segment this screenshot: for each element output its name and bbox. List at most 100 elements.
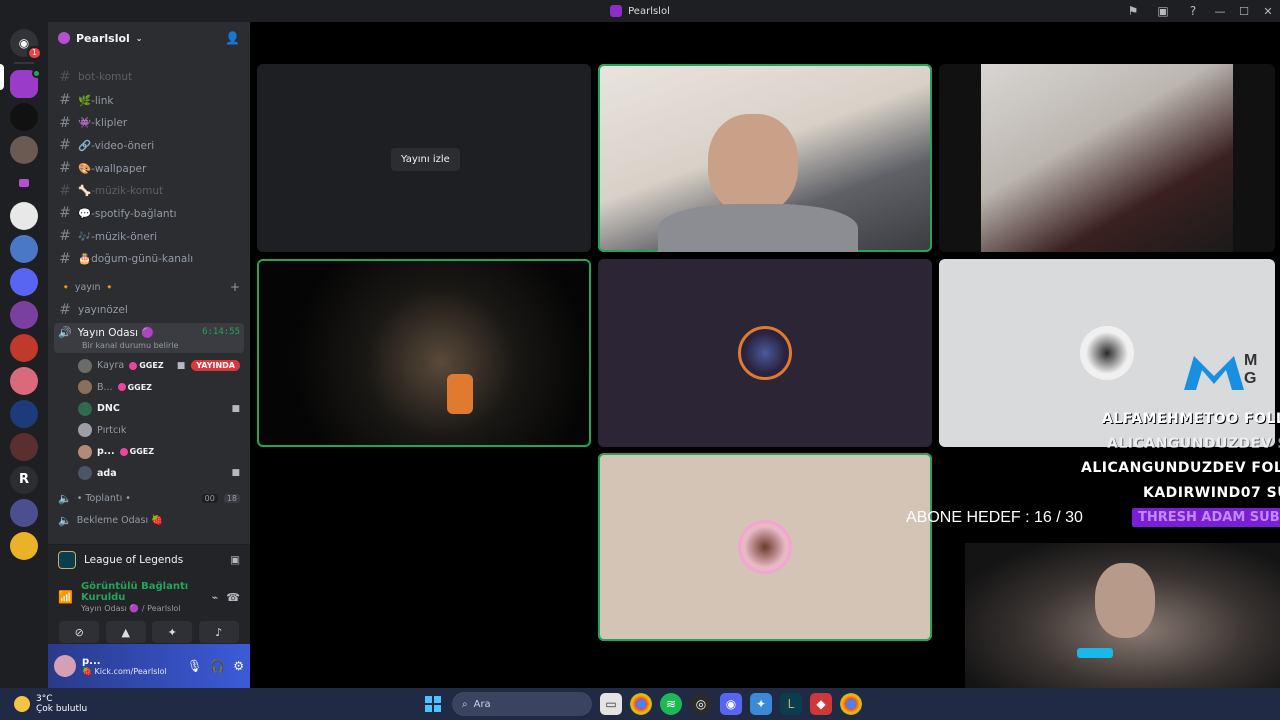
start-button[interactable] xyxy=(422,693,444,715)
video-tile-user-3[interactable] xyxy=(257,259,591,447)
chrome-icon[interactable] xyxy=(840,693,862,715)
tag-icon xyxy=(129,361,138,370)
selected-server-indicator xyxy=(0,64,4,90)
server-pearlslol[interactable] xyxy=(10,68,41,98)
riot-icon[interactable]: ◆ xyxy=(810,693,832,715)
taskbar-search[interactable]: ⌕ Ara xyxy=(452,692,592,716)
server-15[interactable] xyxy=(10,531,38,560)
streamer-webcam xyxy=(965,543,1280,688)
video-tile-user-6[interactable] xyxy=(598,453,932,641)
voice-user[interactable]: DNC ■ xyxy=(48,398,250,420)
server-discord[interactable] xyxy=(10,267,38,296)
server-5[interactable] xyxy=(10,201,38,230)
channel-item[interactable]: # 🔗-video-öneri xyxy=(48,134,250,157)
server-icon xyxy=(58,32,70,44)
person-figure xyxy=(708,114,798,214)
server-12[interactable] xyxy=(10,432,38,461)
screen-icon[interactable]: ▣ xyxy=(1148,0,1178,22)
microphone-light xyxy=(1077,648,1113,658)
channel-item[interactable]: # 💬-spotify-bağlantı xyxy=(48,202,250,225)
direct-messages-button[interactable]: ◉ 1 xyxy=(10,28,42,60)
close-button[interactable]: ✕ xyxy=(1256,0,1280,22)
server-6[interactable] xyxy=(10,234,38,263)
avatar[interactable] xyxy=(54,655,76,677)
video-tile-user-2[interactable] xyxy=(939,64,1275,252)
inbox-flag-icon[interactable]: ⚑ xyxy=(1118,0,1148,22)
voice-user[interactable]: p... GGEZ xyxy=(48,441,250,463)
voice-user[interactable]: Kayra GGEZ ■ YAYINDA xyxy=(48,355,250,377)
add-channel-icon[interactable]: + xyxy=(230,280,240,294)
screen-share-icon[interactable]: ▣ xyxy=(230,554,240,566)
settings-gear-icon[interactable]: ⚙ xyxy=(233,659,244,673)
soundboard-button[interactable]: ♪ xyxy=(198,621,239,643)
overlay-event: ALFAMEHMETOO FOLLOW xyxy=(1102,411,1280,427)
server-2[interactable] xyxy=(10,102,38,131)
video-tile-user-1[interactable] xyxy=(598,64,932,252)
server-header[interactable]: Pearlslol ⌄ 👤 xyxy=(48,22,250,54)
noise-suppression-icon[interactable]: ⌁ xyxy=(212,591,219,604)
activities-button[interactable]: ✦ xyxy=(152,621,193,643)
server-14[interactable] xyxy=(10,498,38,527)
voice-user[interactable]: Pırtcık xyxy=(48,419,250,441)
video-tile-user-4[interactable] xyxy=(598,259,932,447)
watch-stream-button[interactable]: Yayını izle xyxy=(391,148,460,171)
server-10[interactable] xyxy=(10,366,38,395)
league-of-legends-icon[interactable]: L xyxy=(780,693,802,715)
channel-item[interactable]: # bot-komut xyxy=(48,66,250,89)
channel-item[interactable]: # 👾-klipler xyxy=(48,111,250,134)
signal-icon: 📶 xyxy=(58,590,73,604)
voice-user[interactable]: B... GGEZ xyxy=(48,376,250,398)
spotify-icon[interactable]: ≋ xyxy=(660,693,682,715)
category-yayin[interactable]: 🔸 yayın 🔸 + xyxy=(48,276,250,298)
camera-off-button[interactable]: ⊘ xyxy=(59,621,100,643)
channel-item[interactable]: # 🎂doğum-günü-kanalı xyxy=(48,248,250,271)
minimize-button[interactable]: — xyxy=(1208,0,1232,22)
voice-user[interactable]: ada ■ xyxy=(48,462,250,484)
camera-icon: ■ xyxy=(231,403,240,414)
channel-item[interactable]: # 🎨-wallpaper xyxy=(48,157,250,180)
avatar xyxy=(78,423,92,438)
share-screen-button[interactable]: ▲ xyxy=(105,621,146,643)
person-shirt xyxy=(658,204,858,252)
game-activity[interactable]: League of Legends ▣ xyxy=(48,545,250,575)
chrome-icon[interactable] xyxy=(630,693,652,715)
rail-divider xyxy=(14,62,34,64)
server-3[interactable] xyxy=(10,135,38,164)
voice-connection: 📶 Görüntülü Bağlantı Kuruldu Yayın Odası… xyxy=(48,575,250,617)
discord-app-icon xyxy=(610,5,623,17)
weather-widget[interactable]: 3°C Çok bulutlu xyxy=(0,694,220,714)
stream-tile[interactable]: Yayını izle xyxy=(257,64,591,252)
maximize-button[interactable]: ☐ xyxy=(1232,0,1256,22)
server-8[interactable] xyxy=(10,300,38,329)
voice-channel-yayin-odasi[interactable]: 🔊 Yayın Odası 🟣 6:14:55 Bir kanal durumu… xyxy=(54,322,244,353)
server-9[interactable] xyxy=(10,333,38,362)
channel-item[interactable]: # 🦴-müzik-komut xyxy=(48,179,250,202)
connection-channel[interactable]: Yayın Odası 🟣 / Pearlslol xyxy=(81,604,204,613)
obs-icon[interactable]: ◎ xyxy=(690,693,712,715)
microphone-icon[interactable]: 🎙 xyxy=(187,659,202,673)
channel-item[interactable]: # 🎶-müzik-öneri xyxy=(48,225,250,248)
file-explorer-icon[interactable]: ▭ xyxy=(600,693,622,715)
channel-bot-komut[interactable] xyxy=(48,54,250,66)
voice-channel-toplanti[interactable]: 🔈 • Toplantı • 00 18 xyxy=(48,488,250,510)
invite-people-icon[interactable]: 👤 xyxy=(225,31,240,45)
discord-icon[interactable]: ◉ xyxy=(720,693,742,715)
channel-item[interactable]: # 🌿-link xyxy=(48,89,250,112)
hash-icon: # xyxy=(59,250,71,267)
headphones-icon[interactable]: 🎧 xyxy=(210,659,225,673)
channel-yayinozel[interactable]: # yayınözel xyxy=(48,298,250,321)
user-count-left: 00 xyxy=(201,494,218,504)
overlay-highlight: THRESH ADAM SUB xyxy=(1132,508,1280,527)
folder-icon[interactable] xyxy=(10,168,38,197)
voice-channel-bekleme[interactable]: 🔈 Bekleme Odası 🍓 xyxy=(48,509,250,531)
app-icon[interactable]: ✦ xyxy=(750,693,772,715)
disconnect-icon[interactable]: ☎ xyxy=(226,591,240,604)
hash-icon: # xyxy=(59,182,71,199)
server-11[interactable] xyxy=(10,399,38,428)
channel-status[interactable]: Bir kanal durumu belirle xyxy=(58,341,240,350)
connection-status[interactable]: Görüntülü Bağlantı Kuruldu xyxy=(81,581,204,603)
speaker-icon: 🔈 xyxy=(58,492,72,506)
live-badge: YAYINDA xyxy=(191,360,240,372)
help-icon[interactable]: ? xyxy=(1178,0,1208,22)
server-13[interactable]: R xyxy=(10,465,38,494)
